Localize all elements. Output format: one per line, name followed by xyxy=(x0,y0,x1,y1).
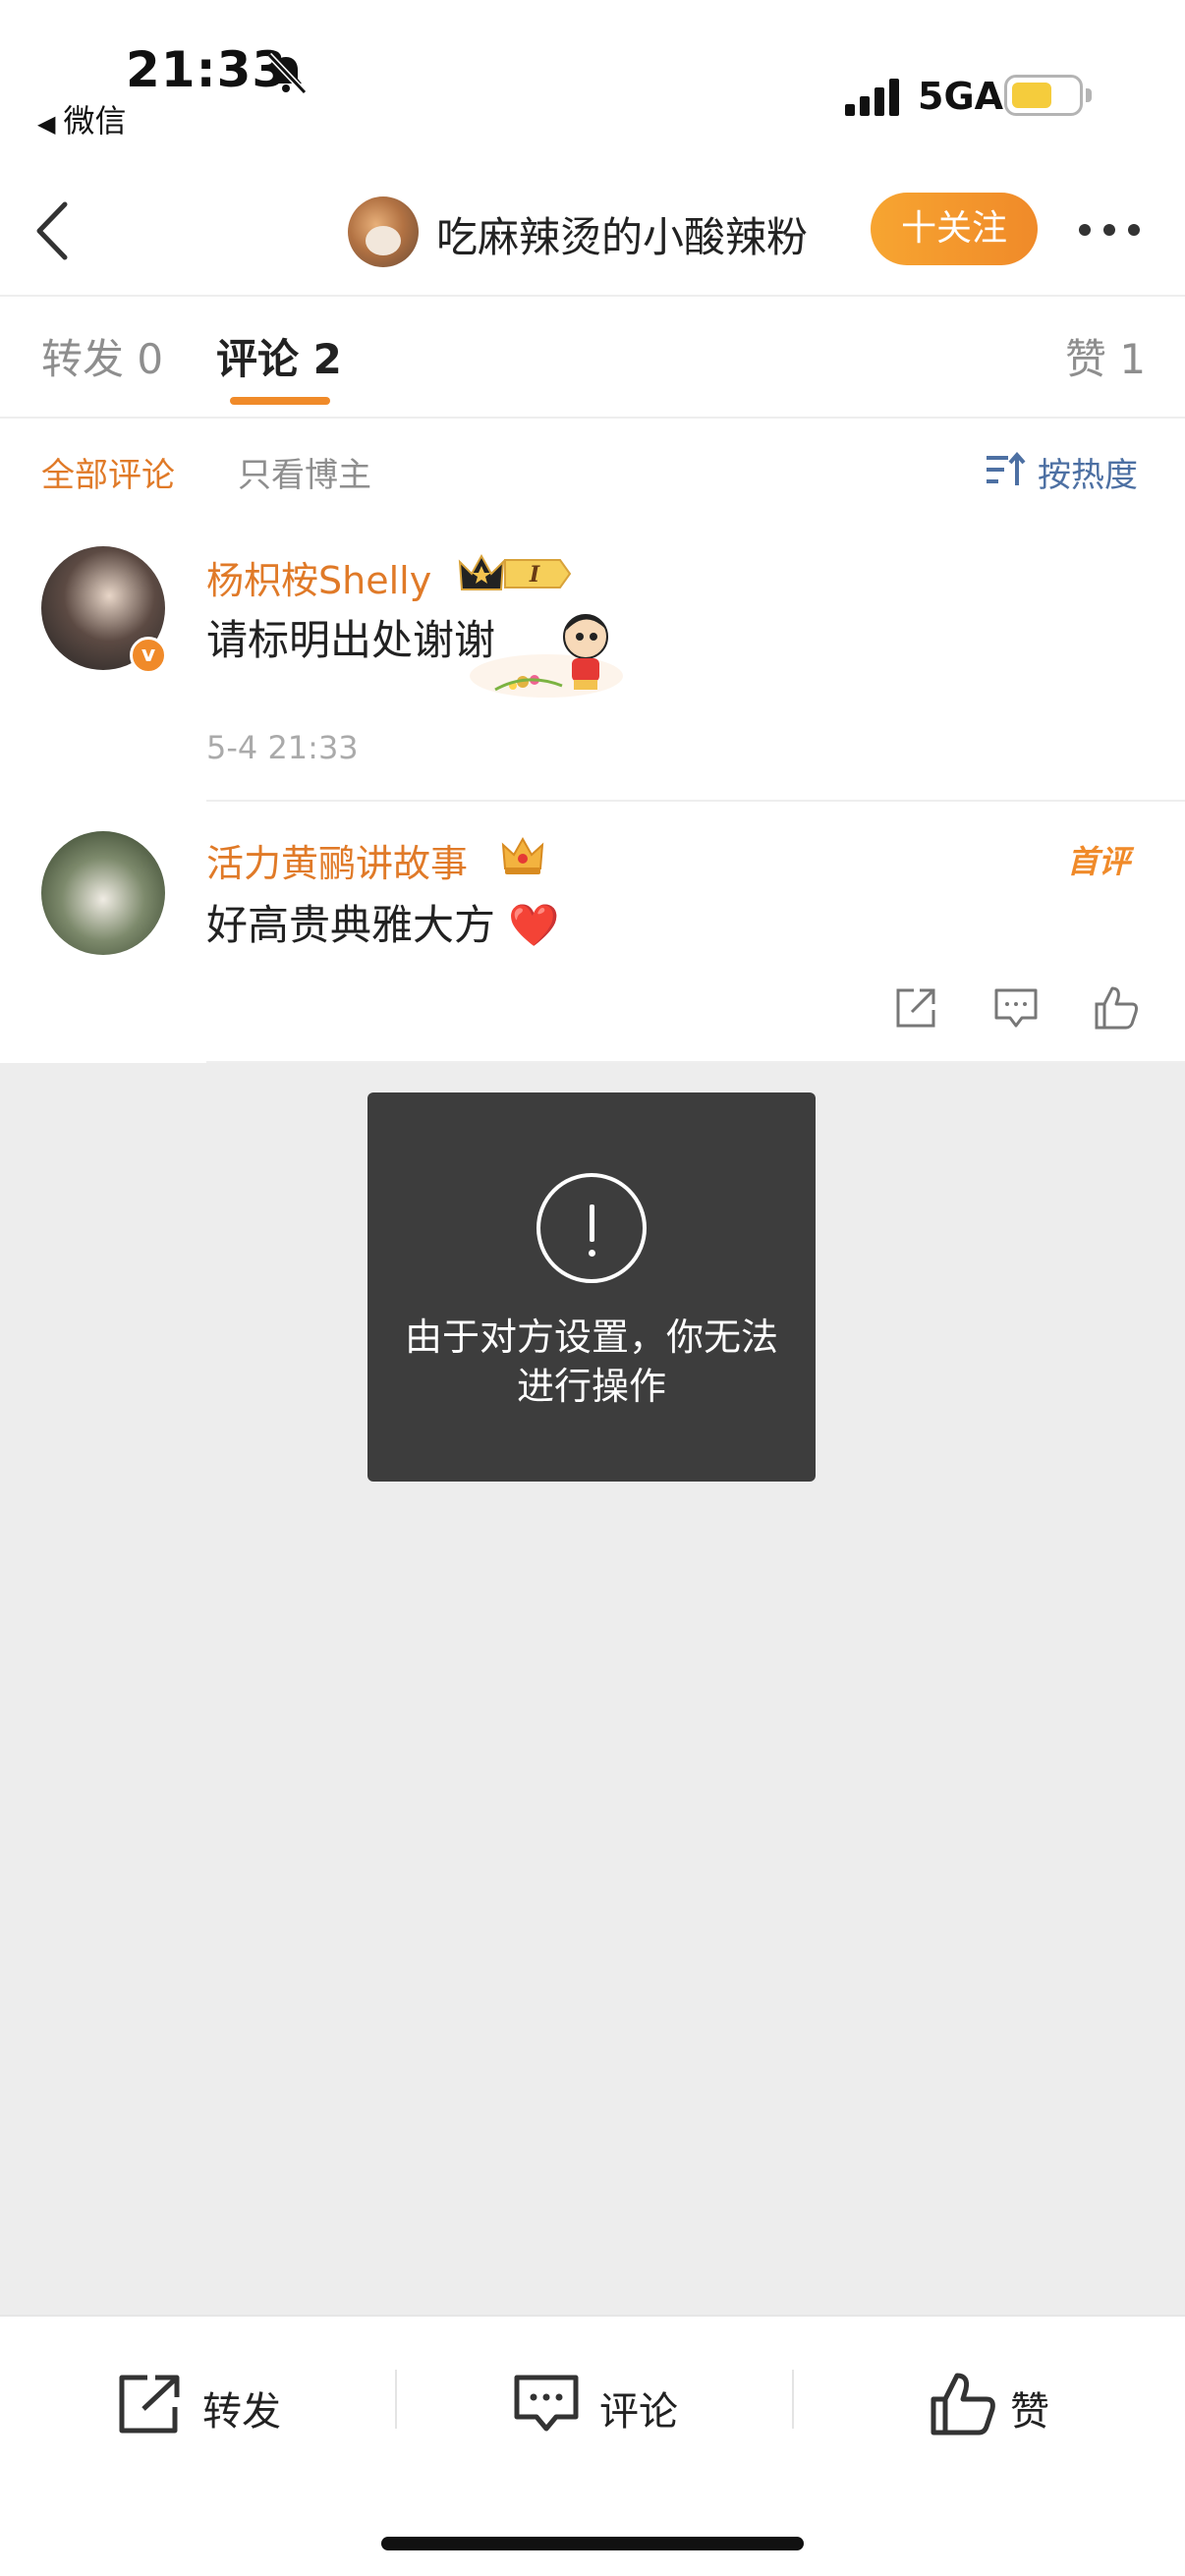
reply-icon[interactable] xyxy=(992,984,1040,1032)
crown-level-badge-icon: I xyxy=(458,553,572,590)
comment-button[interactable]: 评论 xyxy=(513,2366,729,2444)
divider xyxy=(206,1061,1185,1063)
crown-icon xyxy=(501,836,544,874)
follow-button[interactable]: 十关注 xyxy=(871,193,1038,265)
divider xyxy=(0,295,1185,297)
comment-text: 请标明出处谢谢 xyxy=(206,616,496,664)
author-avatar[interactable] xyxy=(348,196,419,267)
exclamation-icon xyxy=(536,1173,647,1283)
thumbs-up-icon xyxy=(931,2373,995,2436)
first-comment-tag: 首评 xyxy=(1067,843,1131,880)
network-type: 5GA xyxy=(918,75,1004,118)
commenter-name[interactable]: 杨枳桉Shelly xyxy=(206,550,431,604)
cartoon-sticker-icon xyxy=(470,614,623,698)
toolbar-separator xyxy=(395,2370,397,2429)
comment-label: 评论 xyxy=(599,2389,678,2435)
share-icon[interactable] xyxy=(892,984,939,1032)
repost-button[interactable]: 转发 xyxy=(116,2366,332,2444)
toast-dialog: 由于对方设置，你无法进行操作 xyxy=(367,1092,816,1482)
verified-badge-icon: v xyxy=(130,637,167,674)
toolbar-separator xyxy=(792,2370,794,2429)
divider xyxy=(0,417,1185,419)
tab-reposts[interactable]: 转发 0 xyxy=(41,326,163,386)
sort-by-popularity[interactable]: 按热度 xyxy=(1038,448,1138,496)
repost-icon xyxy=(119,2375,180,2434)
active-tab-indicator xyxy=(230,397,330,405)
commenter-avatar[interactable] xyxy=(41,831,165,955)
back-triangle-icon: ◀ xyxy=(37,110,56,138)
like-button[interactable]: 赞 xyxy=(930,2366,1087,2444)
tab-likes[interactable]: 赞 1 xyxy=(1065,326,1146,386)
content-area xyxy=(0,0,1185,1063)
more-options-icon[interactable] xyxy=(1077,220,1142,240)
level-badge-text: I xyxy=(529,562,540,588)
cellular-signal-icon xyxy=(845,79,899,116)
author-name[interactable]: 吃麻辣烫的小酸辣粉 xyxy=(436,204,808,264)
battery-icon xyxy=(1004,75,1092,116)
repost-label: 转发 xyxy=(202,2389,281,2435)
divider xyxy=(206,800,1185,802)
tab-comments[interactable]: 评论 2 xyxy=(216,326,342,386)
back-app-label: 微信 xyxy=(63,102,127,140)
battery-nub xyxy=(1086,88,1092,102)
filter-all-comments[interactable]: 全部评论 xyxy=(41,448,175,496)
like-icon[interactable] xyxy=(1093,984,1140,1032)
comment-text: 好高贵典雅大方 ❤️ xyxy=(206,901,560,949)
back-arrow-icon[interactable] xyxy=(28,196,77,265)
commenter-name[interactable]: 活力黄鹂讲故事 xyxy=(206,833,468,887)
back-to-app-link[interactable]: ◀ 微信 xyxy=(37,96,126,141)
like-label: 赞 xyxy=(1010,2389,1049,2435)
sort-icon[interactable] xyxy=(985,452,1026,487)
home-indicator[interactable] xyxy=(381,2537,804,2550)
toast-message: 由于对方设置，你无法进行操作 xyxy=(404,1316,778,1408)
bell-off-icon xyxy=(266,52,308,95)
filter-author-only[interactable]: 只看博主 xyxy=(238,448,371,496)
comment-time: 5-4 21:33 xyxy=(206,729,359,766)
battery-fill xyxy=(1012,83,1051,108)
comment-icon xyxy=(514,2375,579,2432)
